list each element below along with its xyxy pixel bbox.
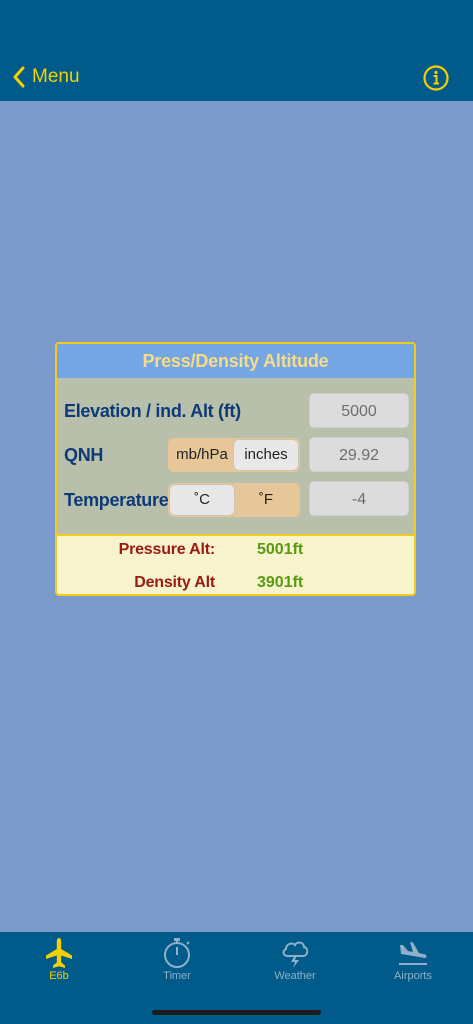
tab-timer-label: Timer [163, 970, 191, 982]
elevation-label: Elevation / ind. Alt (ft) [64, 401, 241, 421]
temperature-unit-fahrenheit[interactable]: ˚F [234, 485, 298, 515]
stopwatch-icon [164, 938, 190, 968]
temperature-unit-celsius[interactable]: ˚C [170, 485, 234, 515]
qnh-unit-inches[interactable]: inches [234, 440, 298, 470]
tab-airports-label: Airports [394, 970, 432, 982]
back-label: Menu [32, 66, 80, 87]
tab-airports[interactable]: Airports [354, 936, 472, 992]
density-alt-value: 3901ft [257, 574, 304, 591]
pressure-alt-label: Pressure Alt: [118, 541, 216, 558]
press-density-altitude-card: Press/Density Altitude Elevation / ind. … [55, 342, 416, 596]
tab-weather-label: Weather [274, 970, 316, 982]
qnh-unit-selector[interactable]: mb/hPa inches [168, 438, 300, 472]
qnh-input[interactable]: 29.92 [309, 437, 409, 472]
back-menu-button[interactable]: Menu [12, 62, 80, 92]
info-icon [423, 65, 449, 91]
temperature-unit-selector[interactable]: ˚C ˚F [168, 483, 300, 517]
info-button[interactable] [422, 64, 450, 92]
navigation-bar: Menu [0, 0, 473, 101]
chevron-left-icon [13, 66, 25, 88]
results-panel: Pressure Alt: 5001ft Density Alt 3901ft [57, 534, 414, 594]
airplane-landing-icon [399, 942, 427, 965]
elevation-input[interactable]: 5000 [309, 393, 409, 428]
airplane-icon [46, 938, 72, 968]
card-title: Press/Density Altitude [57, 344, 414, 378]
tab-weather[interactable]: Weather [236, 936, 354, 992]
temperature-input[interactable]: -4 [309, 481, 409, 516]
tab-timer[interactable]: Timer [118, 936, 236, 992]
home-indicator [152, 1010, 321, 1015]
tab-e6b[interactable]: E6b [0, 936, 118, 992]
density-alt-label: Density Alt [134, 574, 215, 591]
pressure-alt-value: 5001ft [257, 541, 304, 558]
qnh-label: QNH [64, 445, 104, 465]
tab-e6b-label: E6b [49, 970, 69, 982]
qnh-unit-mbhpa[interactable]: mb/hPa [170, 440, 234, 470]
thunderstorm-icon [282, 941, 309, 968]
temperature-label: Temperature [64, 490, 169, 510]
